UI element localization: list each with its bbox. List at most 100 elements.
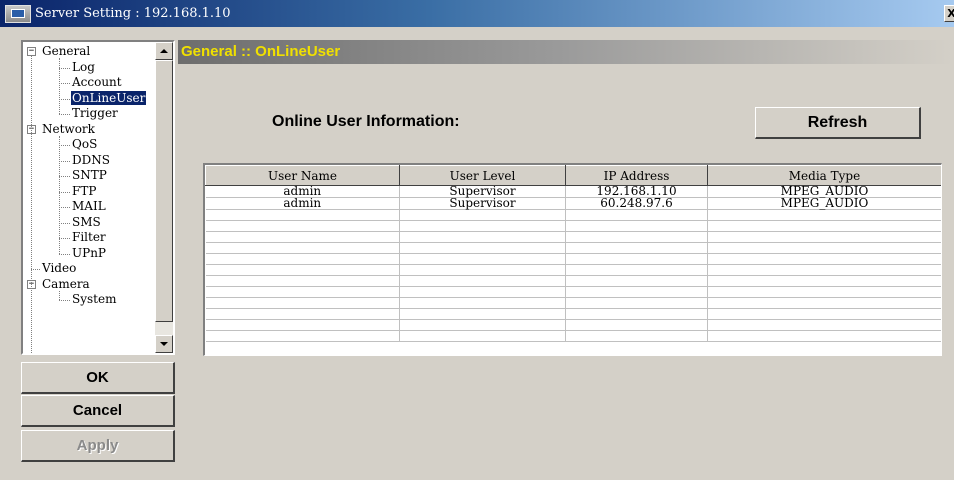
tree-scrollbar[interactable] [155,42,173,353]
table-header-row: User Name User Level IP Address Media Ty… [205,165,941,186]
tree-connector [59,290,60,300]
table-cell: admin [205,197,400,210]
table-cell [399,242,566,254]
table-row[interactable] [205,297,941,309]
refresh-button[interactable]: Refresh [755,107,921,139]
tree-item-label: DDNS [72,152,110,167]
cancel-button[interactable]: Cancel [21,395,175,427]
collapse-icon[interactable]: − [27,47,36,56]
table-row[interactable] [205,286,941,298]
table-row[interactable] [205,253,941,265]
tree-item-account[interactable]: Account [71,75,123,90]
tree-item-label: Account [72,75,122,89]
close-button[interactable]: X [944,5,954,22]
tree-item-label: Filter [72,230,106,244]
table-cell [707,297,941,309]
table-row[interactable] [205,220,941,232]
tree-connector [59,58,60,114]
tree-item-label: MAIL [72,199,106,213]
table-row[interactable] [205,231,941,243]
column-header-user-level[interactable]: User Level [399,165,566,186]
table-cell [707,275,941,287]
table-cell [565,297,708,309]
tree-item-label: OnLineUser [71,90,147,105]
table-cell [565,220,708,232]
tree-item-trigger[interactable]: Trigger [71,106,119,121]
table-cell [707,220,941,232]
table-row[interactable] [205,209,941,221]
scroll-down-button[interactable] [155,335,173,353]
tree-item-label: UPnP [72,245,106,260]
table-cell [565,253,708,265]
tree-item-upnp[interactable]: UPnP [71,246,107,261]
table-cell [565,264,708,276]
tree-item-label: Trigger [72,106,118,120]
table-cell [205,286,400,298]
tree-item-ddns[interactable]: DDNS [71,153,111,168]
column-header-ip-address[interactable]: IP Address [565,165,708,186]
tree-item-qos[interactable]: QoS [71,137,98,152]
column-header-user-name[interactable]: User Name [205,165,400,186]
table-row[interactable] [205,319,941,331]
tree-item-network[interactable]: Network [41,122,96,137]
section-title: General :: OnLineUser [178,40,954,64]
table-cell [707,242,941,254]
tree-item-onlineuser[interactable]: OnLineUser [71,90,147,106]
table-cell [205,209,400,221]
tree-item-camera[interactable]: Camera [41,277,91,292]
tree-item-ftp[interactable]: FTP [71,184,97,199]
table-cell [205,319,400,331]
tree-item-video[interactable]: Video [41,261,77,276]
tree-connector [59,160,70,162]
table-cell [205,275,400,287]
table-cell [399,275,566,287]
tree-item-label: SMS [72,214,101,229]
table-cell [565,242,708,254]
table-cell [707,286,941,298]
window-title: Server Setting : 192.168.1.10 [35,6,231,21]
tree-item-sntp[interactable]: SNTP [71,168,108,183]
tree-item-system[interactable]: System [71,292,117,307]
table-cell: 60.248.97.6 [565,197,708,210]
apply-button[interactable]: Apply [21,430,175,462]
table-cell [399,330,566,342]
tree-connector [59,98,70,100]
chevron-down-icon [160,342,168,346]
tree-item-label: FTP [72,183,97,198]
tree-item-sms[interactable]: SMS [71,215,102,230]
tree-connector [59,83,70,84]
table-cell [399,231,566,243]
tree-item-mail[interactable]: MAIL [71,199,107,214]
table-cell [565,330,708,342]
column-header-media-type[interactable]: Media Type [707,165,941,186]
table-cell [205,308,400,320]
table-cell [707,253,941,265]
table-row[interactable] [205,308,941,320]
tree-item-general[interactable]: General [41,44,91,59]
tree-connector [59,191,70,193]
ok-button[interactable]: OK [21,362,175,394]
tree-item-filter[interactable]: Filter [71,230,107,245]
tree-item-label: General [42,44,91,58]
scroll-thumb[interactable] [155,60,173,322]
tree-item-label: System [72,292,117,306]
table-cell [205,330,400,342]
online-user-table[interactable]: User Name User Level IP Address Media Ty… [203,163,942,356]
table-cell [205,242,400,254]
table-row[interactable]: admin Supervisor 60.248.97.6 MPEG_AUDIO [205,197,941,210]
table-row[interactable] [205,330,941,342]
settings-tree[interactable]: General − Log Account OnLineUser Trigger Netwo… [21,40,175,355]
tree-connector [59,300,70,301]
scroll-up-button[interactable] [155,42,173,60]
tree-connector [59,114,70,115]
tree-item-label: Network [42,121,95,136]
tree-connector [59,253,70,255]
table-row[interactable] [205,264,941,276]
table-row[interactable] [205,275,941,287]
online-user-info-label: Online User Information: [272,113,460,130]
table-cell [205,264,400,276]
tree-item-log[interactable]: Log [71,60,96,75]
table-cell [565,209,708,221]
tree-item-label: Camera [42,276,90,291]
table-row[interactable] [205,242,941,254]
